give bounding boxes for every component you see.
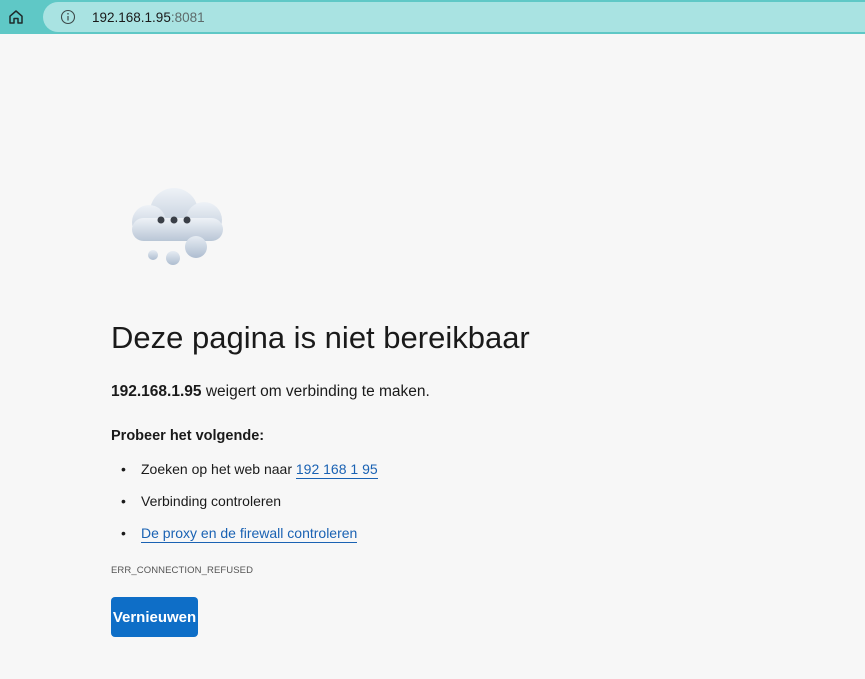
- url-text[interactable]: 192.168.1.95:8081: [92, 10, 205, 25]
- suggestion-check-connection: • Verbinding controleren: [111, 490, 378, 522]
- home-button[interactable]: [2, 3, 30, 31]
- bullet: •: [121, 493, 126, 509]
- error-host: 192.168.1.95: [111, 383, 202, 400]
- url-host: 192.168.1.95: [92, 10, 171, 25]
- address-bar[interactable]: 192.168.1.95:8081: [43, 2, 865, 32]
- suggestion-search-prefix: Zoeken op het web naar: [141, 461, 296, 477]
- error-message-text: weigert om verbinding te maken.: [201, 383, 430, 400]
- suggestion-check-connection-text: Verbinding controleren: [141, 493, 282, 509]
- suggestion-proxy-firewall: • De proxy en de firewall controleren: [111, 522, 378, 554]
- error-message: 192.168.1.95 weigert om verbinding te ma…: [111, 382, 430, 402]
- thought-cloud-icon: [118, 182, 232, 272]
- reload-button[interactable]: Vernieuwen: [111, 597, 198, 637]
- error-code: ERR_CONNECTION_REFUSED: [111, 565, 254, 576]
- suggestion-search: • Zoeken op het web naar 192 168 1 95: [111, 458, 378, 490]
- browser-toolbar: 192.168.1.95:8081: [0, 0, 865, 34]
- bullet: •: [121, 461, 126, 477]
- bullet: •: [121, 525, 126, 541]
- page-title: Deze pagina is niet bereikbaar: [111, 320, 530, 355]
- suggestions-heading: Probeer het volgende:: [111, 428, 265, 444]
- proxy-firewall-link[interactable]: De proxy en de firewall controleren: [141, 525, 358, 543]
- info-icon[interactable]: [60, 9, 76, 25]
- home-icon: [9, 10, 23, 24]
- url-port: :8081: [170, 10, 205, 25]
- search-web-link[interactable]: 192 168 1 95: [295, 461, 378, 479]
- suggestions-list: • Zoeken op het web naar 192 168 1 95 • …: [111, 458, 378, 554]
